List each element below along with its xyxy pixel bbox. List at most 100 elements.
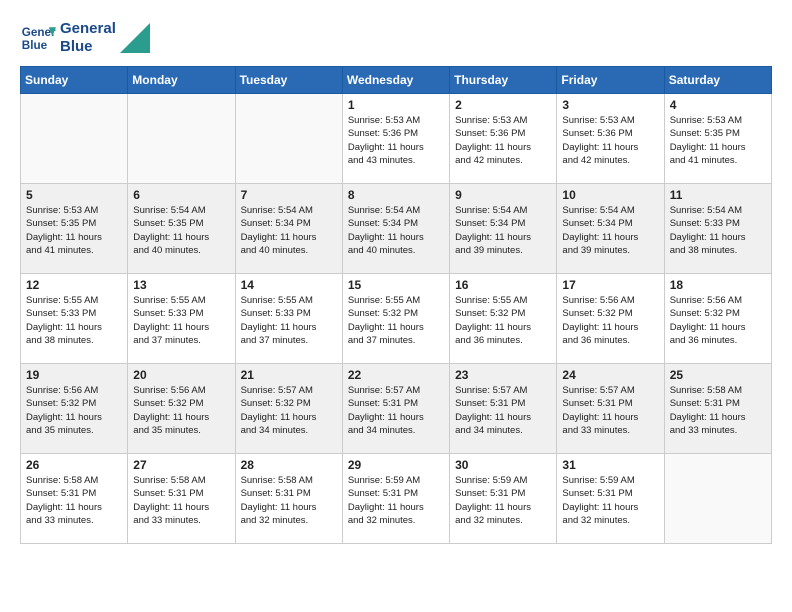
column-header-wednesday: Wednesday	[342, 67, 449, 94]
calendar-cell: 16 Sunrise: 5:55 AM Sunset: 5:32 PM Dayli…	[450, 274, 557, 364]
calendar-cell: 25 Sunrise: 5:58 AM Sunset: 5:31 PM Dayli…	[664, 364, 771, 454]
day-info: Sunrise: 5:58 AM Sunset: 5:31 PM Dayligh…	[26, 474, 122, 527]
day-number: 18	[670, 278, 766, 292]
calendar-header-row: SundayMondayTuesdayWednesdayThursdayFrid…	[21, 67, 772, 94]
calendar-cell	[21, 94, 128, 184]
day-number: 23	[455, 368, 551, 382]
calendar-cell: 24 Sunrise: 5:57 AM Sunset: 5:31 PM Dayli…	[557, 364, 664, 454]
day-info: Sunrise: 5:54 AM Sunset: 5:34 PM Dayligh…	[241, 204, 337, 257]
calendar-cell: 2Sunrise: 5:53 AM Sunset: 5:36 PM Daylig…	[450, 94, 557, 184]
day-number: 1	[348, 98, 444, 112]
day-number: 10	[562, 188, 658, 202]
calendar-cell: 15 Sunrise: 5:55 AM Sunset: 5:32 PM Dayli…	[342, 274, 449, 364]
day-info: Sunrise: 5:57 AM Sunset: 5:32 PM Dayligh…	[241, 384, 337, 437]
day-info: Sunrise: 5:57 AM Sunset: 5:31 PM Dayligh…	[562, 384, 658, 437]
calendar-cell: 8 Sunrise: 5:54 AM Sunset: 5:34 PM Daylig…	[342, 184, 449, 274]
day-info: Sunrise: 5:55 AM Sunset: 5:33 PM Dayligh…	[133, 294, 229, 347]
calendar-cell: 20 Sunrise: 5:56 AM Sunset: 5:32 PM Dayli…	[128, 364, 235, 454]
day-number: 16	[455, 278, 551, 292]
calendar-cell	[235, 94, 342, 184]
calendar-cell: 3 Sunrise: 5:53 AM Sunset: 5:36 PM Daylig…	[557, 94, 664, 184]
day-info: Sunrise: 5:55 AM Sunset: 5:33 PM Dayligh…	[241, 294, 337, 347]
logo-text2: Blue	[60, 38, 116, 56]
day-number: 8	[348, 188, 444, 202]
day-number: 25	[670, 368, 766, 382]
day-number: 3	[562, 98, 658, 112]
day-number: 15	[348, 278, 444, 292]
day-number: 5	[26, 188, 122, 202]
calendar-cell	[664, 454, 771, 544]
calendar-cell: 26 Sunrise: 5:58 AM Sunset: 5:31 PM Dayli…	[21, 454, 128, 544]
day-number: 28	[241, 458, 337, 472]
calendar-cell: 17 Sunrise: 5:56 AM Sunset: 5:32 PM Dayli…	[557, 274, 664, 364]
day-info: Sunrise: 5:54 AM Sunset: 5:34 PM Dayligh…	[562, 204, 658, 257]
calendar-week-row: 19 Sunrise: 5:56 AM Sunset: 5:32 PM Dayli…	[21, 364, 772, 454]
day-info: Sunrise: 5:57 AM Sunset: 5:31 PM Dayligh…	[455, 384, 551, 437]
calendar-cell: 19 Sunrise: 5:56 AM Sunset: 5:32 PM Dayli…	[21, 364, 128, 454]
day-number: 4	[670, 98, 766, 112]
day-number: 31	[562, 458, 658, 472]
day-number: 21	[241, 368, 337, 382]
calendar-cell: 1 Sunrise: 5:53 AM Sunset: 5:36 PM Daylig…	[342, 94, 449, 184]
day-info: Sunrise: 5:56 AM Sunset: 5:32 PM Dayligh…	[26, 384, 122, 437]
day-number: 6	[133, 188, 229, 202]
day-number: 19	[26, 368, 122, 382]
calendar-week-row: 1 Sunrise: 5:53 AM Sunset: 5:36 PM Daylig…	[21, 94, 772, 184]
calendar-table: SundayMondayTuesdayWednesdayThursdayFrid…	[20, 66, 772, 544]
calendar-cell	[128, 94, 235, 184]
day-number: 29	[348, 458, 444, 472]
day-number: 27	[133, 458, 229, 472]
day-info: Sunrise: 5:53 AM Sunset: 5:35 PM Dayligh…	[26, 204, 122, 257]
day-number: 22	[348, 368, 444, 382]
day-info: Sunrise: 5:58 AM Sunset: 5:31 PM Dayligh…	[670, 384, 766, 437]
svg-text:Blue: Blue	[22, 39, 48, 52]
day-number: 12	[26, 278, 122, 292]
day-info: Sunrise: 5:55 AM Sunset: 5:32 PM Dayligh…	[455, 294, 551, 347]
day-number: 17	[562, 278, 658, 292]
calendar-week-row: 26 Sunrise: 5:58 AM Sunset: 5:31 PM Dayli…	[21, 454, 772, 544]
day-info: Sunrise: 5:54 AM Sunset: 5:34 PM Dayligh…	[455, 204, 551, 257]
day-number: 24	[562, 368, 658, 382]
day-info: Sunrise: 5:54 AM Sunset: 5:33 PM Dayligh…	[670, 204, 766, 257]
calendar-cell: 5 Sunrise: 5:53 AM Sunset: 5:35 PM Daylig…	[21, 184, 128, 274]
day-number: 14	[241, 278, 337, 292]
calendar-cell: 9Sunrise: 5:54 AM Sunset: 5:34 PM Daylig…	[450, 184, 557, 274]
calendar-cell: 4 Sunrise: 5:53 AM Sunset: 5:35 PM Daylig…	[664, 94, 771, 184]
column-header-monday: Monday	[128, 67, 235, 94]
day-number: 30	[455, 458, 551, 472]
day-info: Sunrise: 5:53 AM Sunset: 5:36 PM Dayligh…	[348, 114, 444, 167]
calendar-cell: 21 Sunrise: 5:57 AM Sunset: 5:32 PM Dayli…	[235, 364, 342, 454]
calendar-week-row: 5 Sunrise: 5:53 AM Sunset: 5:35 PM Daylig…	[21, 184, 772, 274]
day-info: Sunrise: 5:55 AM Sunset: 5:33 PM Dayligh…	[26, 294, 122, 347]
logo-text: General	[60, 20, 116, 38]
day-info: Sunrise: 5:56 AM Sunset: 5:32 PM Dayligh…	[670, 294, 766, 347]
day-number: 26	[26, 458, 122, 472]
day-info: Sunrise: 5:54 AM Sunset: 5:34 PM Dayligh…	[348, 204, 444, 257]
calendar-cell: 6Sunrise: 5:54 AM Sunset: 5:35 PM Daylig…	[128, 184, 235, 274]
day-info: Sunrise: 5:53 AM Sunset: 5:35 PM Dayligh…	[670, 114, 766, 167]
logo: General Blue General Blue	[20, 20, 150, 56]
calendar-cell: 28Sunrise: 5:58 AM Sunset: 5:31 PM Dayli…	[235, 454, 342, 544]
column-header-tuesday: Tuesday	[235, 67, 342, 94]
calendar-cell: 13Sunrise: 5:55 AM Sunset: 5:33 PM Dayli…	[128, 274, 235, 364]
calendar-cell: 7 Sunrise: 5:54 AM Sunset: 5:34 PM Daylig…	[235, 184, 342, 274]
calendar-cell: 14 Sunrise: 5:55 AM Sunset: 5:33 PM Dayli…	[235, 274, 342, 364]
day-info: Sunrise: 5:57 AM Sunset: 5:31 PM Dayligh…	[348, 384, 444, 437]
day-info: Sunrise: 5:53 AM Sunset: 5:36 PM Dayligh…	[562, 114, 658, 167]
column-header-thursday: Thursday	[450, 67, 557, 94]
column-header-saturday: Saturday	[664, 67, 771, 94]
logo-icon: General Blue	[20, 20, 56, 56]
calendar-cell: 30Sunrise: 5:59 AM Sunset: 5:31 PM Dayli…	[450, 454, 557, 544]
day-info: Sunrise: 5:55 AM Sunset: 5:32 PM Dayligh…	[348, 294, 444, 347]
day-number: 7	[241, 188, 337, 202]
day-info: Sunrise: 5:56 AM Sunset: 5:32 PM Dayligh…	[133, 384, 229, 437]
day-info: Sunrise: 5:56 AM Sunset: 5:32 PM Dayligh…	[562, 294, 658, 347]
day-number: 2	[455, 98, 551, 112]
day-info: Sunrise: 5:59 AM Sunset: 5:31 PM Dayligh…	[348, 474, 444, 527]
column-header-friday: Friday	[557, 67, 664, 94]
day-info: Sunrise: 5:58 AM Sunset: 5:31 PM Dayligh…	[133, 474, 229, 527]
column-header-sunday: Sunday	[21, 67, 128, 94]
calendar-cell: 29 Sunrise: 5:59 AM Sunset: 5:31 PM Dayli…	[342, 454, 449, 544]
day-number: 20	[133, 368, 229, 382]
calendar-cell: 31Sunrise: 5:59 AM Sunset: 5:31 PM Dayli…	[557, 454, 664, 544]
